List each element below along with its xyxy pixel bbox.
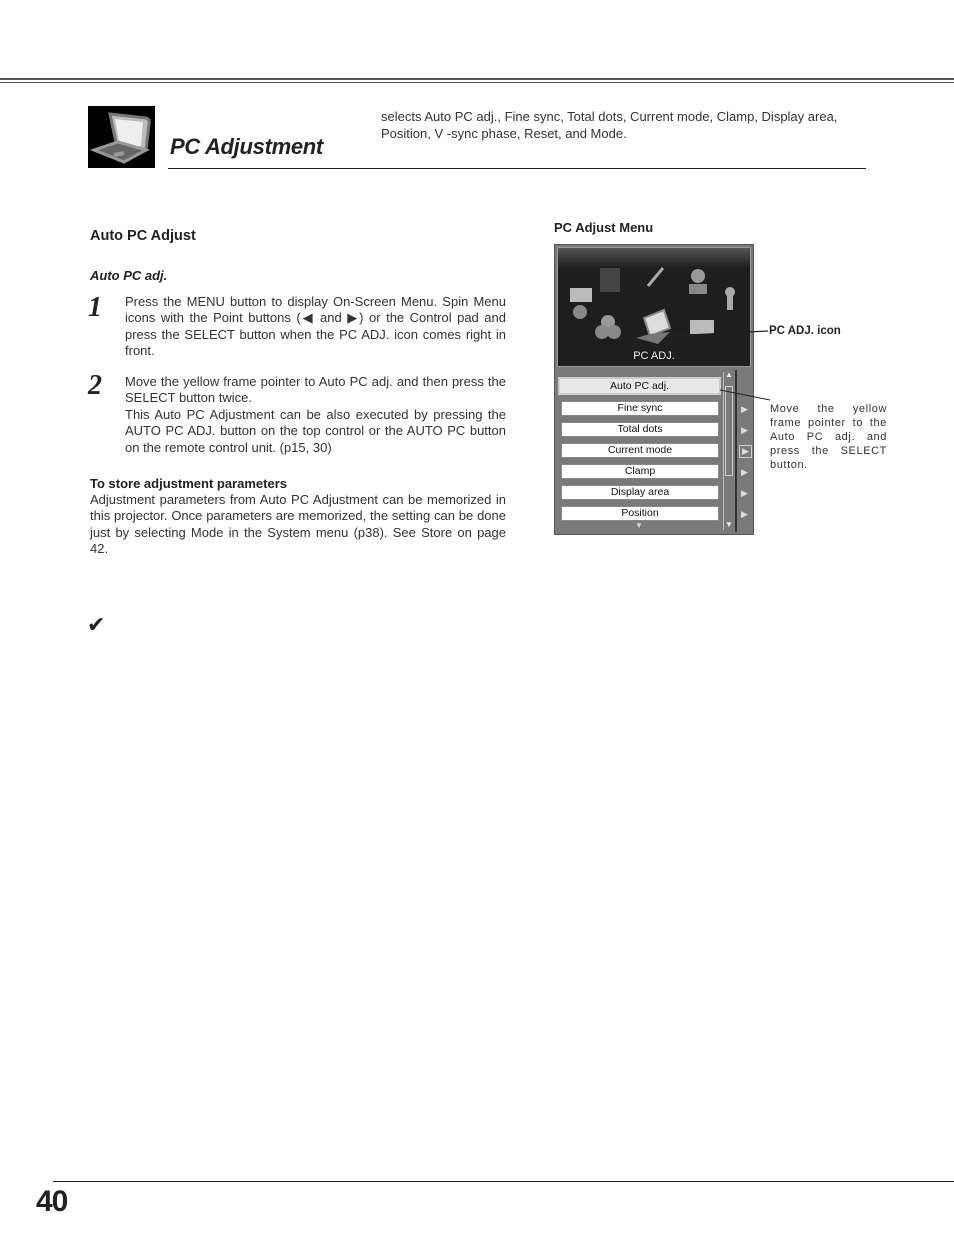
menu-item-position[interactable]: Position — [561, 506, 719, 521]
menu-item-current-mode[interactable]: Current mode — [561, 443, 719, 458]
store-heading: To store adjustment parameters — [90, 476, 287, 491]
step-text: Move the yellow frame pointer to Auto PC… — [125, 374, 506, 406]
laptop-icon — [88, 106, 155, 168]
step-number: 1 — [88, 292, 102, 323]
page-number: 40 — [36, 1185, 68, 1218]
callout-pc-adj-icon: PC ADJ. icon — [769, 325, 841, 337]
menu-item-clamp[interactable]: Clamp — [561, 464, 719, 479]
submenu-arrow-icon[interactable]: ▶ — [739, 445, 752, 458]
step-text-continued: This Auto PC Adjustment can be also exec… — [125, 407, 506, 455]
submenu-arrow-icon[interactable]: ▶ — [741, 509, 748, 520]
callout-lines — [667, 330, 771, 401]
more-items-icon[interactable]: ▼ — [635, 521, 643, 530]
subheading-auto-pc-adj: Auto PC adj. — [90, 268, 168, 283]
intro-text: selects Auto PC adj., Fine sync, Total d… — [381, 109, 838, 141]
submenu-arrow-icon[interactable]: ▶ — [741, 488, 748, 499]
section-title: PC Adjustment — [170, 134, 323, 159]
scroll-down-icon[interactable]: ▼ — [725, 520, 733, 529]
menu-icon-system — [725, 287, 735, 297]
step-number: 2 — [88, 370, 102, 401]
step-text: Press the MENU button to display On-Scre… — [125, 294, 506, 358]
menu-caption: PC Adjust Menu — [554, 220, 654, 235]
header-rule — [0, 78, 954, 80]
callout-line-item — [719, 389, 771, 401]
menu-icon-tools — [646, 267, 665, 287]
store-text: Adjustment parameters from Auto PC Adjus… — [90, 492, 506, 556]
menu-icon-user — [691, 269, 705, 283]
menu-icon-screen — [600, 268, 620, 292]
header-rule-thin — [0, 82, 954, 83]
menu-item-total-dots[interactable]: Total dots — [561, 422, 719, 437]
callout-line-icon — [667, 330, 769, 337]
submenu-arrow-icon[interactable]: ▶ — [741, 467, 748, 478]
footer-rule — [53, 1181, 954, 1182]
callout-move-pointer: Move the yellow frame pointer to the Aut… — [770, 403, 887, 471]
heading-auto-pc-adjust: Auto PC Adjust — [90, 228, 196, 244]
submenu-arrow-icon[interactable]: ▶ — [741, 425, 748, 436]
menu-item-display-area[interactable]: Display area — [561, 485, 719, 500]
checkmark-icon: ✔ — [87, 612, 106, 637]
title-rule — [168, 168, 866, 169]
menu-icon-image — [570, 288, 592, 302]
